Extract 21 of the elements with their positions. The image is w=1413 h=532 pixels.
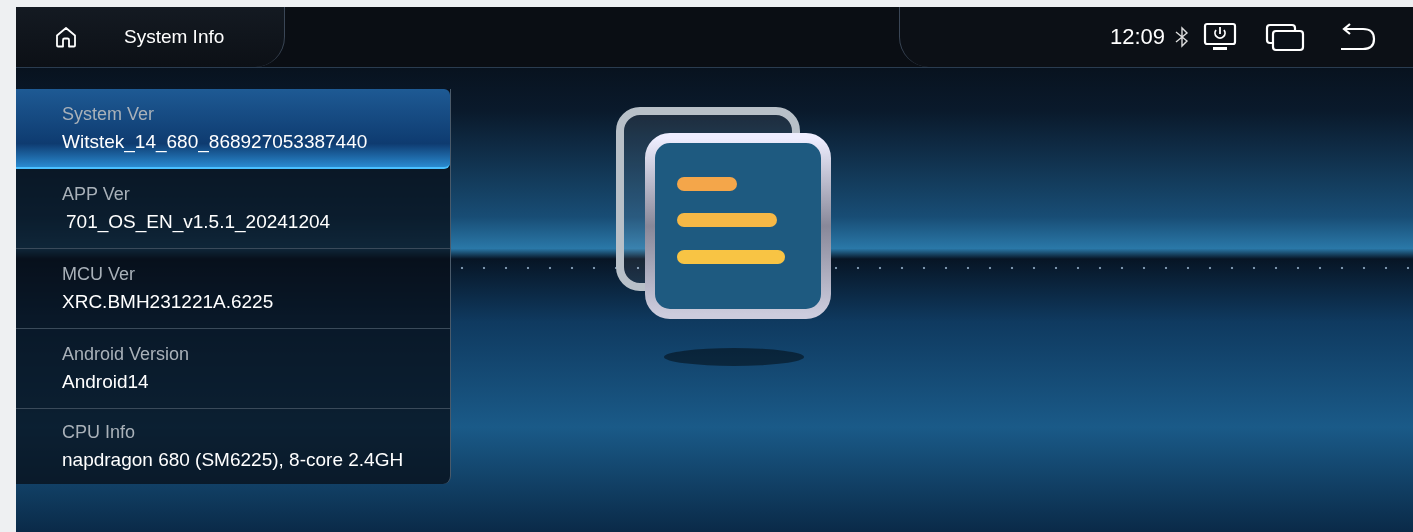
info-row[interactable]: System Ver Witstek_14_680_868927053387440 — [16, 89, 450, 169]
info-value: XRC.BMH231221A.6225 — [62, 291, 275, 313]
clock-time: 12:09 — [1109, 24, 1165, 50]
info-value: 701_OS_EN_v1.5.1_20241204 — [65, 211, 332, 233]
screen-title: System Info — [124, 26, 225, 48]
info-label: MCU Ver — [62, 264, 136, 285]
home-icon[interactable] — [54, 25, 78, 49]
monitor-power-icon[interactable] — [1203, 22, 1237, 52]
windows-icon[interactable] — [1265, 22, 1305, 52]
bluetooth-icon — [1175, 26, 1189, 48]
info-label: System Ver — [62, 103, 156, 125]
info-value: Android14 — [62, 371, 150, 393]
info-label: Android Version — [62, 344, 191, 365]
info-row[interactable]: CPU Info napdragon 680 (SM6225), 8-core 2.4GH — [16, 409, 450, 484]
info-value: Witstek_14_680_868927053387440 — [62, 130, 369, 153]
info-row[interactable]: APP Ver 701_OS_EN_v1.5.1_20241204 — [16, 169, 450, 249]
info-row[interactable]: Android Version Android14 — [16, 329, 450, 409]
info-value: napdragon 680 (SM6225), 8-core 2.4GH — [62, 449, 405, 471]
info-row[interactable]: MCU Ver XRC.BMH231221A.6225 — [16, 249, 450, 329]
info-label: APP Ver — [62, 184, 131, 205]
info-label: CPU Info — [62, 422, 137, 443]
